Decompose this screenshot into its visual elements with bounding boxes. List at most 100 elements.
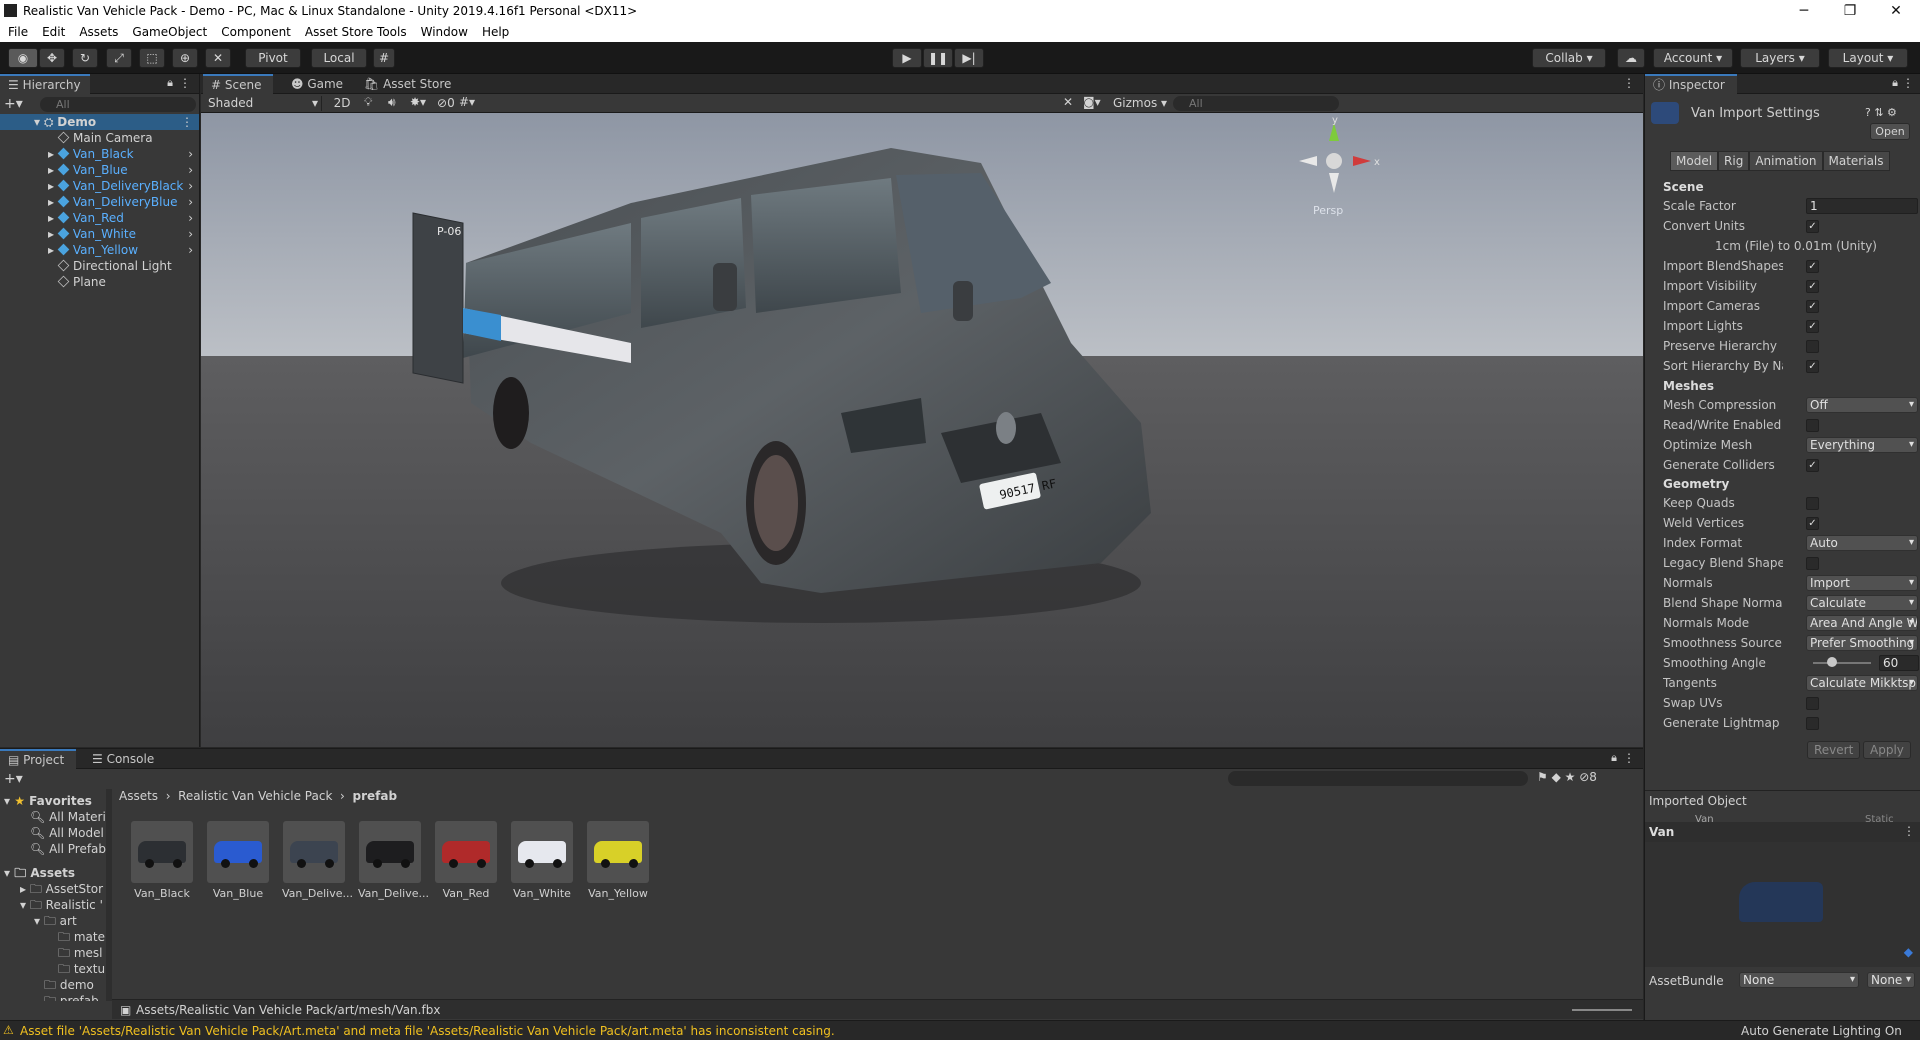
inspector-lock-icon[interactable]: 🔒︎ <box>1892 76 1898 90</box>
fav-all-materials[interactable]: 🔍︎ All Materi <box>30 809 106 825</box>
hierarchy-item[interactable]: ▸ Van_Red › <box>0 210 199 226</box>
asset-tile[interactable]: Van_Delive... <box>282 821 353 900</box>
open-prefab-chevron-icon[interactable]: › <box>188 226 193 242</box>
layout-dropdown[interactable]: Layout ▾ <box>1828 48 1908 68</box>
view-tool-eye-icon[interactable]: ◉ <box>8 48 38 68</box>
open-prefab-chevron-icon[interactable]: › <box>188 194 193 210</box>
lock-icon[interactable]: 🔒︎ <box>167 76 173 90</box>
open-prefab-chevron-icon[interactable]: › <box>188 178 193 194</box>
tab-scene[interactable]: # Scene <box>203 74 273 94</box>
index-format-dropdown[interactable]: Auto <box>1806 535 1918 551</box>
toggle-2d-button[interactable]: 2D <box>328 96 356 110</box>
menu-gameobject[interactable]: GameObject <box>132 25 214 39</box>
cloud-icon[interactable]: ☁ <box>1617 48 1645 68</box>
assetbundle-variant-dropdown[interactable]: None <box>1867 972 1915 988</box>
menu-edit[interactable]: Edit <box>42 25 72 39</box>
tangents-dropdown[interactable]: Calculate Mikktsp <box>1806 675 1918 691</box>
swap-uvs-checkbox[interactable] <box>1806 697 1819 710</box>
tab-project[interactable]: ▤ Project <box>0 749 76 769</box>
hierarchy-search-input[interactable]: All <box>40 97 196 112</box>
scale-factor-input[interactable]: 1 <box>1806 198 1918 214</box>
rotate-tool-icon[interactable]: ↻ <box>72 48 98 68</box>
project-filter-icons[interactable]: ⚑ ◆ ★ ⊘8 <box>1537 770 1597 784</box>
header-settings-icon[interactable]: ? ⇅ ⚙ <box>1865 106 1897 119</box>
expand-arrow-icon[interactable]: ▸ <box>48 163 58 177</box>
tab-animation[interactable]: Animation <box>1749 151 1823 171</box>
menu-file[interactable]: File <box>8 25 35 39</box>
hierarchy-scene-root[interactable]: ▾ ⛭ Demo ⋮ <box>0 114 199 130</box>
folder-prefab[interactable]: 🗀︎ prefab <box>44 993 99 1001</box>
breadcrumb-assets[interactable]: Assets <box>119 789 158 803</box>
smoothness-source-dropdown[interactable]: Prefer Smoothing <box>1806 635 1918 651</box>
menu-window[interactable]: Window <box>421 25 475 39</box>
hierarchy-item[interactable]: Main Camera <box>0 130 199 146</box>
hierarchy-item[interactable]: ▸ Van_Black › <box>0 146 199 162</box>
normals-dropdown[interactable]: Import <box>1806 575 1918 591</box>
import-option-checkbox[interactable]: ✓ <box>1806 320 1819 333</box>
lighting-toggle-icon[interactable]: 💡︎ <box>364 95 372 110</box>
folder-mesh[interactable]: 🗀︎ mesl <box>58 945 103 961</box>
open-prefab-chevron-icon[interactable]: › <box>188 162 193 178</box>
grid-toggle-icon[interactable]: #▾ <box>459 95 475 109</box>
fav-all-models[interactable]: 🔍︎ All Model <box>30 825 104 841</box>
auto-lighting-status[interactable]: Auto Generate Lighting On <box>1741 1024 1902 1038</box>
smoothing-angle-input[interactable]: 60 <box>1879 655 1919 671</box>
scene-menu-kebab-icon[interactable]: ⋮ <box>1623 76 1635 90</box>
hierarchy-item[interactable]: ▸ Van_DeliveryBlack › <box>0 178 199 194</box>
open-prefab-chevron-icon[interactable]: › <box>188 210 193 226</box>
preview-menu-icon[interactable]: ⋮ <box>1903 824 1915 838</box>
tree-scrollbar[interactable] <box>106 789 112 1001</box>
model-preview[interactable]: ◆ <box>1645 842 1920 967</box>
hierarchy-item[interactable]: ▸ Van_Yellow › <box>0 242 199 258</box>
local-button[interactable]: Local <box>311 48 367 68</box>
effects-dropdown-icon[interactable]: ✸▾ <box>410 95 426 109</box>
smoothing-angle-slider-handle[interactable] <box>1827 657 1838 667</box>
hierarchy-item[interactable]: ▸ Van_White › <box>0 226 199 242</box>
rect-tool-icon[interactable]: ⬚ <box>139 48 165 68</box>
folder-materials[interactable]: 🗀︎ mate <box>58 929 105 945</box>
hidden-objects-icon[interactable]: ⊘0 <box>437 96 455 110</box>
menu-asset-store-tools[interactable]: Asset Store Tools <box>305 25 414 39</box>
tab-game[interactable]: ☻ Game <box>283 74 351 94</box>
tab-hierarchy[interactable]: ☰ Hierarchy <box>0 74 90 94</box>
blend-normals-dropdown[interactable]: Calculate <box>1806 595 1918 611</box>
thumbnail-size-slider[interactable] <box>1572 1009 1632 1011</box>
tab-asset-store[interactable]: 🛍︎ Asset Store <box>356 74 459 94</box>
collab-button[interactable]: Collab ▾ <box>1532 48 1606 68</box>
keep-quads-checkbox[interactable] <box>1806 497 1819 510</box>
project-create-icon[interactable]: +▾ <box>4 771 23 787</box>
scene-menu-icon[interactable]: ⋮ <box>181 114 193 130</box>
account-dropdown[interactable]: Account ▾ <box>1653 48 1733 68</box>
tab-console[interactable]: ☰ Console <box>84 749 162 769</box>
asset-tile[interactable]: Van_Blue <box>206 821 270 900</box>
asset-label-icon[interactable]: ◆ <box>1904 945 1913 959</box>
scene-search-input[interactable]: All <box>1173 96 1339 111</box>
layers-dropdown[interactable]: Layers ▾ <box>1740 48 1820 68</box>
panel-menu-icon[interactable]: ⋮ <box>179 76 191 90</box>
import-option-checkbox[interactable]: ✓ <box>1806 260 1819 273</box>
mesh-compression-dropdown[interactable]: Off <box>1806 397 1918 413</box>
menu-assets[interactable]: Assets <box>79 25 125 39</box>
status-warning-message[interactable]: Asset file 'Assets/Realistic Van Vehicle… <box>20 1024 835 1038</box>
hierarchy-item[interactable]: ▸ Van_DeliveryBlue › <box>0 194 199 210</box>
audio-toggle-icon[interactable]: 🔊︎ <box>388 95 396 110</box>
play-button-icon[interactable]: ▶ <box>892 48 922 68</box>
camera-settings-icon[interactable]: ◙▾ <box>1083 95 1101 109</box>
expand-arrow-icon[interactable]: ▸ <box>48 179 58 193</box>
import-option-checkbox[interactable]: ✓ <box>1806 300 1819 313</box>
tab-model[interactable]: Model <box>1670 151 1719 171</box>
open-prefab-chevron-icon[interactable]: › <box>188 242 193 258</box>
tab-materials[interactable]: Materials <box>1822 151 1890 171</box>
folder-realistic[interactable]: ▾ 🗀︎ Realistic ' <box>20 897 103 913</box>
project-search-input[interactable] <box>1228 771 1528 786</box>
apply-button[interactable]: Apply <box>1863 741 1911 759</box>
import-option-checkbox[interactable]: ✓ <box>1806 280 1819 293</box>
inspector-menu-icon[interactable]: ⋮ <box>1902 76 1914 90</box>
asset-tile[interactable]: Van_Delive... <box>358 821 429 900</box>
asset-tile[interactable]: Van_Black <box>130 821 194 900</box>
folder-textures[interactable]: 🗀︎ textu <box>58 961 105 977</box>
normals-mode-dropdown[interactable]: Area And Angle W <box>1806 615 1918 631</box>
gizmos-dropdown[interactable]: Gizmos ▾ <box>1113 96 1167 110</box>
tab-inspector[interactable]: ⓘ Inspector <box>1645 74 1737 94</box>
project-menu-icon[interactable]: ⋮ <box>1623 751 1635 765</box>
